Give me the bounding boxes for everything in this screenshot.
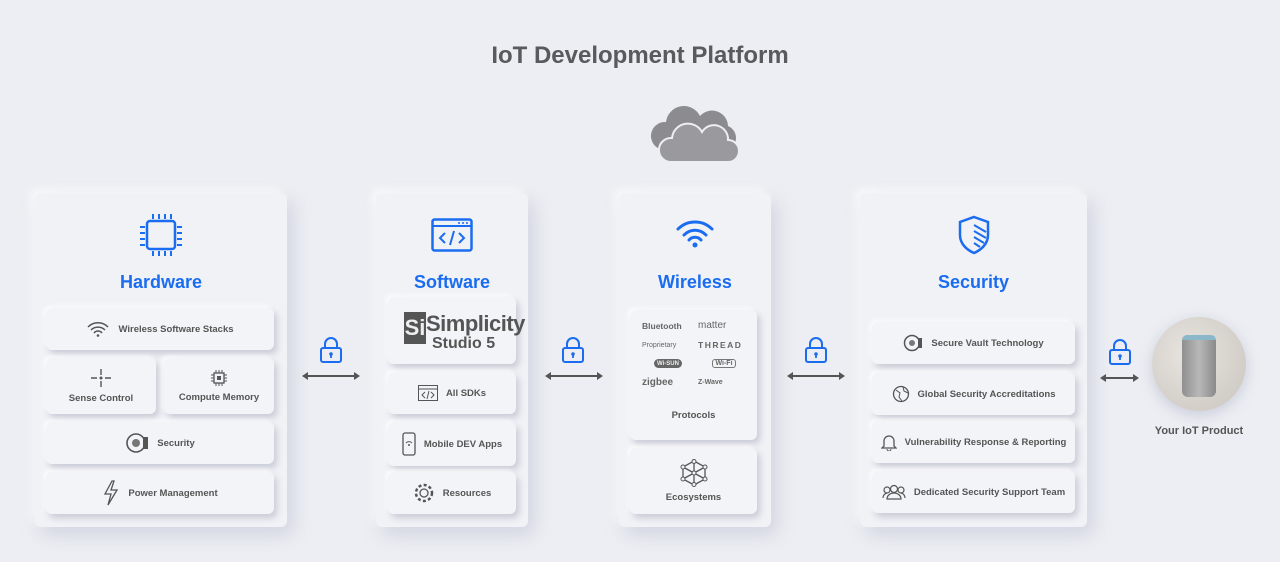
tile-label: Global Security Accreditations xyxy=(917,388,1056,400)
lock-icon xyxy=(320,337,342,363)
tile-label: Secure Vault Technology xyxy=(931,337,1044,349)
bidirectional-arrow-icon xyxy=(1100,374,1139,382)
tile-label: Resources xyxy=(442,487,492,499)
code-window-icon xyxy=(417,385,438,401)
network-icon xyxy=(680,459,708,487)
bell-icon xyxy=(880,433,897,451)
chip-icon xyxy=(210,369,228,387)
protocol-logos: Bluetooth matter Proprietary THREAD Wi-S… xyxy=(642,320,750,388)
tile-wireless-software-stacks[interactable]: Wireless Software Stacks xyxy=(46,308,274,350)
simplicity-studio-logo[interactable]: Si Simplicity Studio 5 xyxy=(388,297,525,364)
iot-product-label: Your IoT Product xyxy=(1154,425,1244,437)
tile-resources[interactable]: Resources xyxy=(388,472,516,514)
team-icon xyxy=(882,484,906,500)
tile-label: Security xyxy=(157,437,195,449)
zwave-logo: Z-Wave xyxy=(698,379,723,386)
wireless-title: Wireless xyxy=(658,272,732,292)
globe-icon xyxy=(892,385,910,403)
gear-icon xyxy=(413,482,435,504)
zigbee-logo: zigbee xyxy=(642,377,674,388)
hardware-title: Hardware xyxy=(119,272,203,292)
tile-sense-control[interactable]: Sense Control xyxy=(46,358,156,414)
thread-logo: THREAD xyxy=(698,340,743,350)
software-card: Software Si Simplicity Studio 5 All SDKs… xyxy=(376,193,528,527)
code-window-icon xyxy=(431,218,473,252)
tile-label: Power Management xyxy=(128,487,218,499)
chip-icon xyxy=(140,214,182,256)
bidirectional-arrow-icon xyxy=(302,372,360,380)
wifi-logo: Wi-Fi xyxy=(712,359,736,368)
tile-label: Vulnerability Response & Reporting xyxy=(904,436,1067,448)
wireless-card: Wireless Bluetooth matter Proprietary TH… xyxy=(619,193,771,527)
lock-icon xyxy=(562,337,584,363)
tile-vulnerability-response[interactable]: Vulnerability Response & Reporting xyxy=(872,421,1075,463)
studio-name-line2: Studio 5 xyxy=(432,335,496,352)
mobile-phone-icon xyxy=(402,432,416,456)
tile-label: All SDKs xyxy=(445,387,487,399)
studio-name-line1: Simplicity xyxy=(426,311,525,336)
security-card: Security Secure Vault Technology Global … xyxy=(860,193,1087,527)
page-title: IoT Development Platform xyxy=(491,42,789,69)
tile-all-sdks[interactable]: All SDKs xyxy=(388,372,516,414)
tile-compute-memory[interactable]: Compute Memory xyxy=(164,358,274,414)
cloud-icon xyxy=(650,106,740,163)
software-title: Software xyxy=(413,272,491,292)
wisun-logo: Wi-SUN xyxy=(654,359,682,368)
speaker-light-ring xyxy=(1182,335,1216,340)
tile-dedicated-support[interactable]: Dedicated Security Support Team xyxy=(872,471,1075,513)
tile-label: Compute Memory xyxy=(178,392,260,403)
lightning-icon xyxy=(102,480,120,506)
shield-icon xyxy=(958,215,990,255)
vault-icon xyxy=(903,334,923,352)
lock-icon xyxy=(805,337,827,363)
matter-logo: matter xyxy=(698,320,727,331)
tile-security[interactable]: Security xyxy=(46,422,274,464)
tile-power-management[interactable]: Power Management xyxy=(46,472,274,514)
protocols-label: Protocols xyxy=(671,410,716,421)
tile-mobile-dev-apps[interactable]: Mobile DEV Apps xyxy=(388,422,516,466)
wifi-icon xyxy=(676,220,714,248)
tile-label: Mobile DEV Apps xyxy=(423,438,503,450)
lock-icon xyxy=(1109,339,1131,365)
wifi-icon xyxy=(86,321,110,337)
bluetooth-logo: Bluetooth xyxy=(642,320,682,331)
security-title: Security xyxy=(937,272,1010,292)
sense-arrows-icon xyxy=(90,368,112,388)
tile-ecosystems[interactable]: Ecosystems xyxy=(630,448,757,514)
tile-global-accreditations[interactable]: Global Security Accreditations xyxy=(872,373,1075,415)
proprietary-logo: Proprietary xyxy=(642,341,677,349)
iot-product-image xyxy=(1152,317,1246,411)
hardware-card: Hardware Wireless Software Stacks Sense … xyxy=(35,193,287,527)
bidirectional-arrow-icon xyxy=(787,372,845,380)
tile-label: Dedicated Security Support Team xyxy=(913,486,1066,498)
bidirectional-arrow-icon xyxy=(545,372,603,380)
tile-label: Wireless Software Stacks xyxy=(118,323,234,335)
tile-label: Sense Control xyxy=(68,393,134,404)
tile-secure-vault[interactable]: Secure Vault Technology xyxy=(872,322,1075,364)
si-logo-mark: Si xyxy=(404,312,426,344)
tile-label: Ecosystems xyxy=(665,492,722,503)
smart-speaker xyxy=(1182,335,1216,397)
tile-protocols[interactable]: Bluetooth matter Proprietary THREAD Wi-S… xyxy=(630,310,757,440)
vault-icon xyxy=(125,432,149,454)
